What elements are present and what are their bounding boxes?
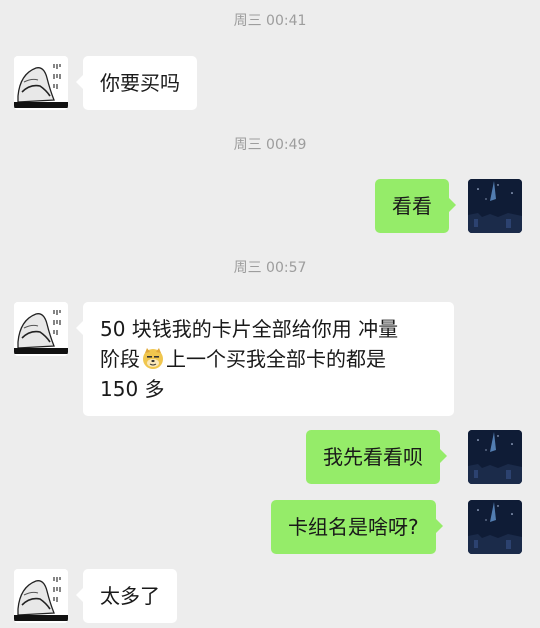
message-text-line-with-emoji: 阶段 上一个买我全部卡的都是: [100, 344, 437, 374]
message-text-line: 50 块钱我的卡片全部给你用 冲量: [100, 317, 399, 341]
contact-avatar[interactable]: [14, 302, 68, 356]
calligraphy-sketch-avatar-icon: [14, 569, 68, 623]
message-bubble-received[interactable]: 50 块钱我的卡片全部给你用 冲量 阶段 上一个买我全部卡的都是 150 多: [76, 302, 454, 416]
message-text: 阶段: [100, 347, 140, 371]
timestamp: 周三 00:41: [233, 13, 307, 29]
self-avatar[interactable]: [468, 430, 522, 484]
night-sky-avatar-icon: [468, 500, 522, 554]
calligraphy-sketch-avatar-icon: [14, 302, 68, 356]
message-bubble-sent[interactable]: 我先看看呗: [306, 430, 447, 484]
timestamp: 周三 00:49: [233, 137, 307, 153]
message-text: 我先看看呗: [323, 445, 423, 469]
message-bubble-received[interactable]: 太多了: [76, 569, 177, 623]
contact-avatar[interactable]: [14, 569, 68, 623]
message-text: 卡组名是啥呀?: [288, 515, 419, 539]
night-sky-avatar-icon: [468, 179, 522, 233]
self-avatar[interactable]: [468, 500, 522, 554]
self-avatar[interactable]: [468, 179, 522, 233]
message-text: 太多了: [100, 584, 160, 608]
timestamp: 周三 00:57: [233, 260, 307, 276]
night-sky-avatar-icon: [468, 430, 522, 484]
calligraphy-sketch-avatar-icon: [14, 56, 68, 110]
message-bubble-sent[interactable]: 看看: [375, 179, 456, 233]
chat-conversation[interactable]: 周三 00:41 你要买吗 周三 00:49 看看 周三 00:57 50 块钱…: [0, 0, 540, 628]
contact-avatar[interactable]: [14, 56, 68, 110]
doge-emoji-icon: [141, 346, 165, 370]
message-text-line: 150 多: [100, 377, 165, 401]
message-bubble-received[interactable]: 你要买吗: [76, 56, 197, 110]
message-text: 你要买吗: [100, 71, 180, 95]
message-bubble-sent[interactable]: 卡组名是啥呀?: [271, 500, 443, 554]
message-text: 看看: [392, 194, 432, 218]
message-text: 上一个买我全部卡的都是: [166, 347, 386, 371]
